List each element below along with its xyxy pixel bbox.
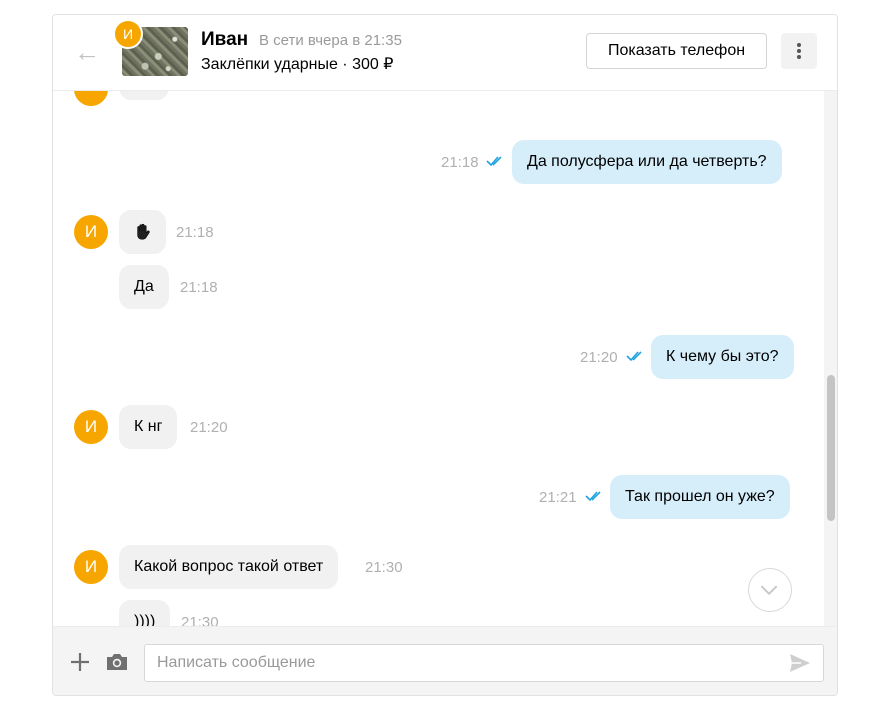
message-bubble-in[interactable]: )))) [119, 600, 171, 626]
message-time: 21:18 [441, 154, 479, 171]
message-time: 21:20 [190, 419, 228, 436]
chat-header: ← И Иван В сети вчера в 21:35 Заклёпки у… [53, 15, 837, 91]
raised-hand-icon [137, 223, 150, 240]
message-time: 21:20 [580, 349, 618, 366]
contact-status: В сети вчера в 21:35 [259, 32, 402, 49]
message-time: 21:30 [365, 559, 403, 576]
message-bubble-in[interactable] [119, 210, 166, 254]
message-bubble-out[interactable]: К чему бы это? [651, 335, 794, 379]
vertical-dots-icon[interactable] [781, 33, 817, 69]
message-bubble-in[interactable]: Да [119, 265, 169, 309]
message-time: 21:18 [176, 224, 214, 241]
product-title[interactable]: Заклёпки ударные · 300 ₽ [201, 54, 413, 74]
message-list: 21:18 Да полусфера или да четверть? И 21… [53, 90, 824, 626]
message-bubble-in[interactable]: К нг [119, 405, 178, 449]
avatar[interactable]: И [74, 410, 108, 444]
scrollbar[interactable] [824, 90, 837, 626]
double-check-icon [626, 351, 642, 362]
message-bubble-in[interactable]: Какой вопрос такой ответ [119, 545, 339, 589]
message-bubble-out[interactable]: Так прошел он уже? [610, 475, 790, 519]
scrollbar-thumb[interactable] [827, 375, 835, 521]
send-icon[interactable] [789, 653, 811, 673]
scroll-down-button[interactable] [748, 568, 792, 612]
plus-icon[interactable] [69, 651, 91, 673]
arrow-left-icon[interactable]: ← [73, 38, 101, 66]
chevron-down-icon [760, 585, 778, 596]
avatar [74, 90, 108, 106]
show-phone-button[interactable]: Показать телефон [586, 33, 767, 69]
avatar[interactable]: И [74, 550, 108, 584]
message-bubble-partial [119, 90, 169, 100]
double-check-icon [585, 491, 601, 502]
message-bubble-out[interactable]: Да полусфера или да четверть? [512, 140, 782, 184]
double-check-icon [486, 156, 502, 167]
message-input[interactable] [144, 644, 824, 682]
camera-icon[interactable] [105, 652, 129, 672]
message-time: 21:30 [181, 614, 219, 626]
product-title-fade [393, 51, 423, 75]
message-time: 21:18 [180, 279, 218, 296]
message-time: 21:21 [539, 489, 577, 506]
contact-name[interactable]: Иван [201, 29, 248, 51]
chat-window: ← И Иван В сети вчера в 21:35 Заклёпки у… [52, 14, 838, 696]
avatar[interactable]: И [74, 215, 108, 249]
composer-bar [53, 626, 837, 695]
contact-avatar: И [113, 19, 143, 49]
